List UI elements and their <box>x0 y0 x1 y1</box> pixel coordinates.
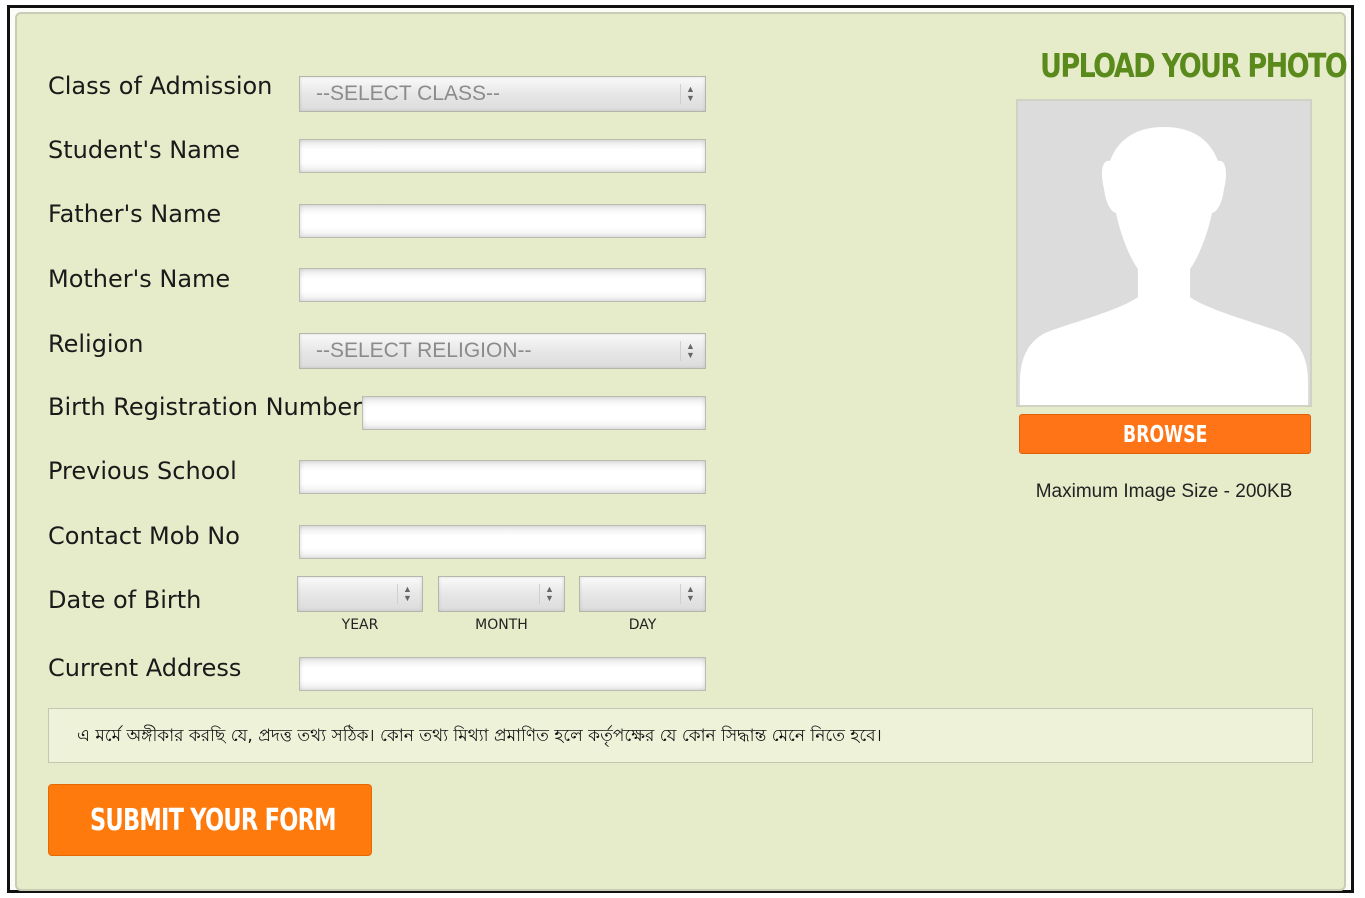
student-name-input[interactable] <box>299 139 706 173</box>
submit-form-label: SUBMIT YOUR FORM <box>89 803 337 838</box>
dob-year-label: YEAR <box>341 617 379 633</box>
select-arrows-icon: ▲ ▼ <box>539 584 559 604</box>
current-address-label: Current Address <box>48 654 242 682</box>
submit-form-button[interactable]: SUBMIT YOUR FORM <box>48 784 372 856</box>
dob-year-select[interactable]: ▲ ▼ <box>297 576 423 612</box>
select-arrows-icon: ▲ ▼ <box>397 584 417 604</box>
religion-label: Religion <box>48 330 144 358</box>
birth-registration-label: Birth Registration Number <box>48 393 363 421</box>
previous-school-label: Previous School <box>48 457 237 485</box>
browse-button-label: BROWSE <box>1122 422 1208 448</box>
class-select[interactable]: --SELECT CLASS-- ▲ ▼ <box>299 76 706 112</box>
dob-day-label: DAY <box>628 617 657 633</box>
photo-preview <box>1016 99 1312 407</box>
religion-select[interactable]: --SELECT RELIGION-- ▲ ▼ <box>299 333 706 369</box>
student-name-label: Student's Name <box>48 136 241 164</box>
dob-month-label: MONTH <box>475 617 528 633</box>
browse-button[interactable]: BROWSE <box>1019 414 1311 454</box>
class-of-admission-label: Class of Admission <box>48 72 273 100</box>
select-arrows-icon: ▲ ▼ <box>680 341 700 361</box>
person-silhouette-icon <box>1018 101 1310 405</box>
contact-mobile-input[interactable] <box>299 525 706 559</box>
dob-day-select[interactable]: ▲ ▼ <box>579 576 706 612</box>
father-name-input[interactable] <box>299 204 706 238</box>
previous-school-input[interactable] <box>299 460 706 494</box>
religion-select-value: --SELECT RELIGION-- <box>316 339 532 362</box>
select-arrows-icon: ▲ ▼ <box>680 584 700 604</box>
class-select-value: --SELECT CLASS-- <box>316 82 500 105</box>
select-arrows-icon: ▲ ▼ <box>680 84 700 104</box>
mother-name-label: Mother's Name <box>48 265 231 293</box>
upload-photo-title: UPLOAD YOUR PHOTO <box>1040 46 1348 85</box>
mother-name-input[interactable] <box>299 268 706 302</box>
date-of-birth-label: Date of Birth <box>48 586 202 614</box>
dob-month-select[interactable]: ▲ ▼ <box>438 576 565 612</box>
declaration-text: এ মর্মে অঙ্গীকার করছি যে, প্রদত্ত তথ্য স… <box>77 726 882 746</box>
contact-mobile-label: Contact Mob No <box>48 522 240 550</box>
max-image-size-note: Maximum Image Size - 200KB <box>1035 481 1293 502</box>
father-name-label: Father's Name <box>48 200 222 228</box>
birth-registration-input[interactable] <box>362 396 706 430</box>
declaration-box: এ মর্মে অঙ্গীকার করছি যে, প্রদত্ত তথ্য স… <box>48 708 1313 763</box>
current-address-input[interactable] <box>299 657 706 691</box>
